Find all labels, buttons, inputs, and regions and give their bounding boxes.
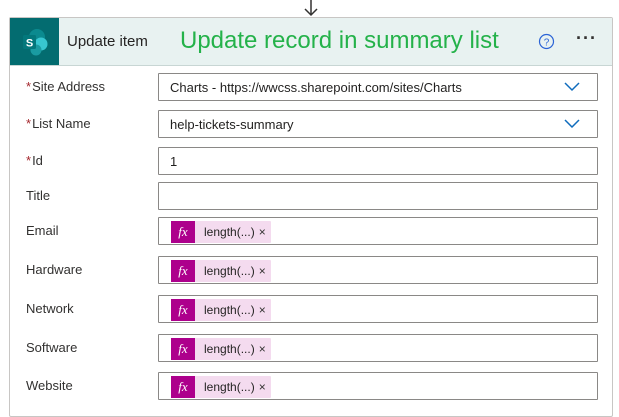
site-address-value: Charts - https://wwcss.sharepoint.com/si… — [170, 80, 462, 95]
email-label: Email — [26, 223, 59, 238]
chevron-down-icon[interactable] — [564, 119, 580, 129]
title-label: Title — [26, 188, 51, 203]
list-name-row: *List Name help-tickets-summary — [10, 110, 612, 140]
hardware-row: Hardware fx length(...) × — [10, 256, 612, 286]
expression-token[interactable]: fx length(...) × — [171, 299, 271, 321]
fx-icon: fx — [171, 260, 195, 282]
list-name-dropdown[interactable]: help-tickets-summary — [158, 110, 598, 138]
id-value: 1 — [170, 154, 178, 169]
arrow-down-icon — [304, 0, 318, 17]
title-row: Title — [10, 182, 612, 212]
hardware-input[interactable]: fx length(...) × — [158, 256, 598, 284]
website-input[interactable]: fx length(...) × — [158, 372, 598, 400]
list-name-value: help-tickets-summary — [170, 117, 294, 132]
fx-icon: fx — [171, 338, 195, 360]
site-address-row: *Site Address Charts - https://wwcss.sha… — [10, 73, 612, 103]
fx-icon: fx — [171, 221, 195, 243]
action-card: S Update item Update record in summary l… — [9, 17, 613, 417]
software-input[interactable]: fx length(...) × — [158, 334, 598, 362]
remove-token-icon[interactable]: × — [259, 380, 271, 394]
network-label: Network — [26, 301, 74, 316]
remove-token-icon[interactable]: × — [259, 225, 271, 239]
required-marker: * — [26, 153, 32, 168]
token-label: length(...) — [204, 303, 255, 317]
svg-text:?: ? — [544, 38, 550, 49]
software-label: Software — [26, 340, 78, 355]
software-row: Software fx length(...) × — [10, 334, 612, 364]
token-label: length(...) — [204, 264, 255, 278]
required-marker: * — [26, 116, 32, 131]
token-label: length(...) — [204, 380, 255, 394]
required-marker: * — [26, 79, 32, 94]
site-address-label-text: Site Address — [32, 79, 106, 94]
expression-token[interactable]: fx length(...) × — [171, 338, 271, 360]
id-row: *Id 1 — [10, 147, 612, 177]
network-input[interactable]: fx length(...) × — [158, 295, 598, 323]
sharepoint-icon: S — [23, 29, 48, 56]
sharepoint-logo: S — [10, 18, 59, 65]
site-address-dropdown[interactable]: Charts - https://wwcss.sharepoint.com/si… — [158, 73, 598, 101]
action-title: Update item — [67, 33, 148, 50]
id-input[interactable]: 1 — [158, 147, 598, 175]
action-header[interactable]: S Update item Update record in summary l… — [10, 18, 612, 66]
help-icon[interactable]: ? — [538, 33, 555, 50]
website-label: Website — [26, 378, 73, 393]
id-label-text: Id — [32, 153, 43, 168]
email-row: Email fx length(...) × — [10, 217, 612, 247]
list-name-label: *List Name — [26, 116, 91, 131]
network-row: Network fx length(...) × — [10, 295, 612, 325]
site-address-label: *Site Address — [26, 79, 105, 94]
email-input[interactable]: fx length(...) × — [158, 217, 598, 245]
annotation-text: Update record in summary list — [180, 27, 499, 54]
fx-icon: fx — [171, 299, 195, 321]
token-label: length(...) — [204, 342, 255, 356]
title-input[interactable] — [158, 182, 598, 210]
remove-token-icon[interactable]: × — [259, 303, 271, 317]
token-label: length(...) — [204, 225, 255, 239]
remove-token-icon[interactable]: × — [259, 264, 271, 278]
list-name-label-text: List Name — [32, 116, 91, 131]
fx-icon: fx — [171, 376, 195, 398]
id-label: *Id — [26, 153, 43, 168]
expression-token[interactable]: fx length(...) × — [171, 221, 271, 243]
remove-token-icon[interactable]: × — [259, 342, 271, 356]
expression-token[interactable]: fx length(...) × — [171, 376, 271, 398]
more-options-icon[interactable]: ··· — [576, 28, 597, 49]
svg-text:S: S — [26, 38, 33, 50]
chevron-down-icon[interactable] — [564, 82, 580, 92]
website-row: Website fx length(...) × — [10, 372, 612, 402]
expression-token[interactable]: fx length(...) × — [171, 260, 271, 282]
hardware-label: Hardware — [26, 262, 83, 277]
